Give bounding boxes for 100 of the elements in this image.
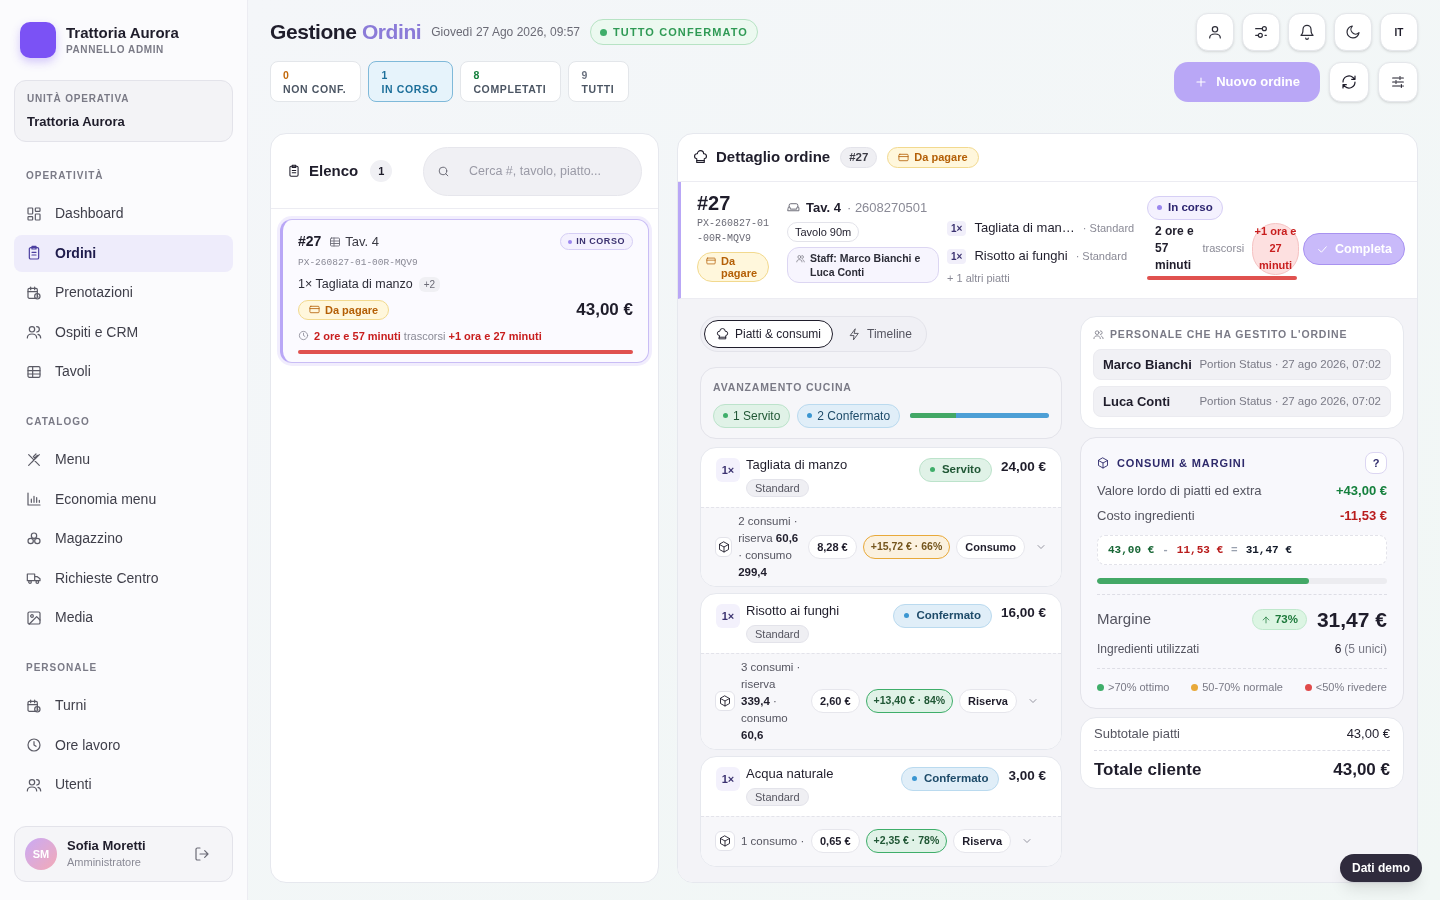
- cost-value: -11,53 €: [1340, 507, 1387, 526]
- nav-item[interactable]: Magazzino: [14, 520, 233, 557]
- unit-card[interactable]: UNITÀ OPERATIVA Trattoria Aurora: [14, 80, 233, 142]
- mode-chip[interactable]: Consumo: [956, 534, 1025, 559]
- plus-icon: [1194, 74, 1209, 89]
- search-field[interactable]: Cerca #, tavolo, piatto...: [423, 146, 642, 196]
- payment-badge: Da pagare: [298, 299, 390, 320]
- nav-item[interactable]: Ospiti e CRM: [14, 313, 233, 351]
- notifications-button[interactable]: [1288, 13, 1326, 51]
- dark-mode-button[interactable]: [1334, 13, 1372, 51]
- formula-term: 11,53 €: [1176, 542, 1224, 558]
- settings-button[interactable]: [1378, 61, 1418, 102]
- section-title: PERSONALE CHE HA GESTITO L'ORDINE: [1110, 327, 1348, 342]
- user-icon: [1207, 24, 1223, 40]
- card-icon: [309, 304, 320, 316]
- overdue-badge: +1 ora e 27 minuti: [1252, 222, 1299, 275]
- elapsed-time: 2 ore e 57 minuti trascorsi +1 ora e 27 minuti: [314, 328, 542, 344]
- margin-chip: +13,40 € · 84%: [865, 689, 954, 714]
- usage-text: 3 consumi · riserva 339,4 · consumo 60,6: [741, 659, 802, 743]
- variant-chip: Standard: [746, 478, 809, 498]
- chart-icon: [26, 491, 42, 507]
- demo-data-button[interactable]: Dati demo: [1340, 854, 1422, 882]
- cube-icon: [715, 691, 735, 712]
- legend-label: <50% rivedere: [1315, 680, 1387, 696]
- filter-tab[interactable]: 8 COMPLETATI: [460, 61, 562, 102]
- margin-chip: +2,35 € · 78%: [865, 829, 948, 854]
- logout-icon: [194, 846, 210, 862]
- nav-item[interactable]: Ore lavoro: [14, 726, 233, 764]
- ingredients-unique: (5 unici): [1344, 641, 1387, 659]
- table-icon: [329, 235, 342, 248]
- formula-term: -: [1162, 542, 1169, 558]
- nav-item[interactable]: Economia menu: [14, 480, 233, 518]
- card-icon: [898, 152, 910, 163]
- nav-item[interactable]: Utenti: [14, 766, 233, 803]
- dark-mode-icon: [1345, 24, 1361, 40]
- margin-value: 31,47 €: [1316, 606, 1387, 633]
- calendar-icon: [26, 697, 42, 714]
- formula-term: =: [1231, 542, 1238, 558]
- tab[interactable]: Piatti & consumi: [704, 320, 834, 348]
- gross-value: +43,00 €: [1336, 481, 1387, 500]
- help-button[interactable]: ?: [1365, 451, 1387, 474]
- subtotal-value: 43,00 €: [1346, 725, 1390, 743]
- nav-item[interactable]: Ordini: [14, 234, 233, 272]
- ingredients-label: Ingredienti utilizzati: [1097, 641, 1200, 659]
- tab[interactable]: Timeline: [837, 320, 923, 348]
- calendar-icon: [26, 284, 42, 301]
- filter-tab[interactable]: 9 TUTTI: [568, 61, 630, 102]
- order-code: PX-260827-01-00R-MQV9: [298, 256, 419, 270]
- user-button[interactable]: [1196, 13, 1234, 51]
- ingredients-count: 6: [1334, 641, 1342, 659]
- refresh-icon: [1341, 73, 1357, 90]
- filter-tab[interactable]: 1 IN CORSO: [368, 61, 454, 102]
- margin-badge: 73%: [1251, 609, 1307, 630]
- status-badge: TUTTO CONFERMATO: [590, 19, 758, 45]
- mode-chip[interactable]: Riserva: [953, 829, 1012, 854]
- refresh-button[interactable]: [1329, 61, 1369, 102]
- search-icon: [437, 164, 450, 178]
- payment-badge: Da pagare: [887, 147, 979, 168]
- nav-item[interactable]: Dashboard: [14, 195, 233, 232]
- chef-hat-icon: [693, 150, 708, 165]
- section-title: OPERATIVITÀ: [25, 169, 105, 183]
- mode-chip[interactable]: Riserva: [959, 689, 1017, 714]
- count-badge: 1: [370, 160, 393, 182]
- user-name: Sofia Moretti: [67, 837, 147, 854]
- variant-chip: Standard: [746, 624, 809, 644]
- nav-item[interactable]: Media: [14, 599, 233, 636]
- clipboard-icon: [26, 245, 42, 261]
- staff-name: Luca Conti: [1103, 392, 1171, 411]
- order-number-badge: #27: [840, 147, 878, 168]
- status-chip: Servito: [918, 457, 992, 482]
- cube-icon: [1097, 456, 1109, 469]
- nav-item[interactable]: Tavoli: [14, 353, 233, 390]
- nav-item[interactable]: Prenotazioni: [14, 274, 233, 311]
- gross-label: Valore lordo di piatti ed extra: [1097, 481, 1262, 500]
- staff-name: Marco Bianchi: [1103, 355, 1192, 374]
- dish-price: 24,00 €: [1000, 457, 1046, 476]
- order-card[interactable]: #27 Tav. 4 IN CORSO PX-260827-01-00R-MQV9 1× Tagliata di manzo +2 Da pagare 43,00 € 2 ore e 57 minuti trascorsi +1 ora e 27 minuti: [280, 219, 649, 363]
- margin-chip: +15,72 € · 66%: [862, 534, 951, 559]
- formula-term: 31,47 €: [1245, 542, 1292, 558]
- quantity-badge: 1×: [716, 457, 740, 482]
- order-summary: 1× Tagliata di manzo: [298, 276, 413, 294]
- cube-icon: [715, 536, 733, 557]
- page-title: Gestione Ordini: [270, 19, 422, 46]
- panel-title: Dettaglio ordine: [716, 147, 831, 168]
- user-card[interactable]: SM Sofia Moretti Amministratore: [14, 826, 233, 882]
- language-button[interactable]: IT: [1380, 13, 1418, 51]
- toggles-button[interactable]: [1242, 13, 1280, 51]
- filter-tab[interactable]: 0 NON CONF.: [270, 61, 362, 102]
- nav-item[interactable]: Turni: [14, 687, 233, 724]
- sliders-icon: [1390, 73, 1406, 90]
- nav-item[interactable]: Menu: [14, 441, 233, 478]
- panel-title: Elenco: [309, 160, 359, 181]
- unit-name: Trattoria Aurora: [27, 112, 126, 131]
- grid-icon: [26, 205, 42, 222]
- nav-item[interactable]: Richieste Centro: [14, 559, 233, 597]
- order-code: PX-260827-01-00R-MQV9: [697, 217, 769, 246]
- more-badge: +2: [418, 277, 441, 293]
- utensils-icon: [26, 451, 42, 468]
- margin-label: Margine: [1097, 609, 1153, 630]
- dish-name: Tagliata di man…: [974, 219, 1075, 238]
